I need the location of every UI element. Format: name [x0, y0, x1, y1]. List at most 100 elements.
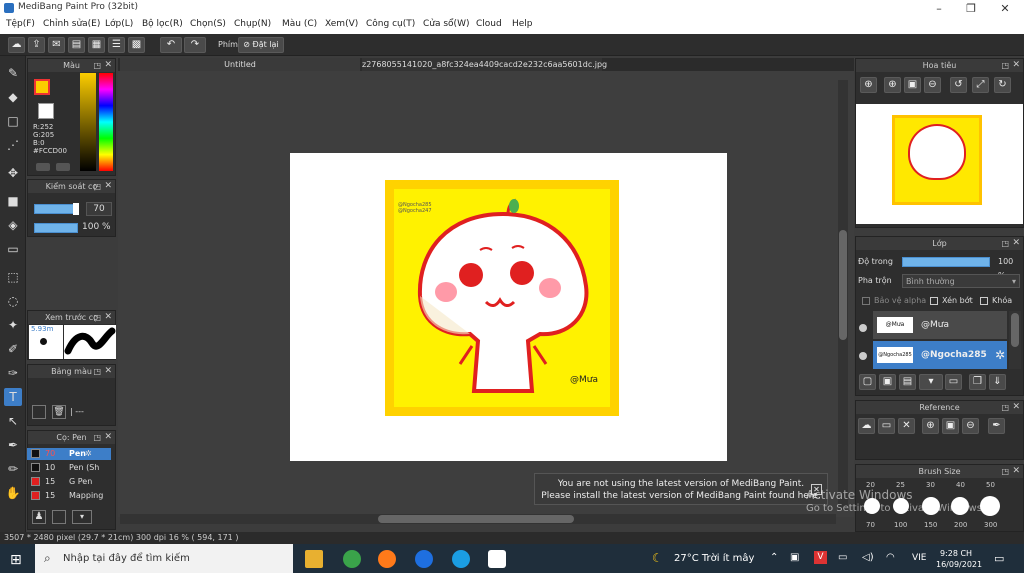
menu-help[interactable]: Help [512, 19, 533, 29]
close-icon[interactable]: ✕ [104, 180, 112, 193]
zalo-icon[interactable] [415, 550, 433, 568]
battery-icon[interactable]: ▭ [838, 552, 847, 563]
brush-tool-icon[interactable]: ✎ [4, 64, 22, 82]
brush-item-mapping[interactable]: 15 Mapping [27, 490, 111, 502]
close-button[interactable]: ✕ [990, 0, 1020, 17]
brush-menu-icon[interactable]: ▾ [72, 510, 92, 524]
protect-alpha-checkbox[interactable] [862, 297, 870, 305]
brush-item-g-pen[interactable]: 15 G Pen [27, 476, 111, 488]
folder-open-icon[interactable]: ▭ [878, 418, 895, 434]
saturation-picker[interactable] [80, 73, 96, 171]
eyedropper-icon[interactable]: ✒ [4, 436, 22, 454]
zoom-out-icon[interactable]: ⊖ [962, 418, 979, 434]
folder-icon[interactable]: ▭ [945, 374, 962, 390]
document-icon[interactable]: ▦ [88, 37, 105, 53]
new-palette-icon[interactable] [32, 405, 46, 419]
volume-icon[interactable]: ◁) [862, 552, 874, 563]
brush-size-option[interactable]: 200 [954, 521, 967, 529]
horizontal-scrollbar[interactable] [120, 514, 836, 524]
close-icon[interactable]: ✕ [104, 365, 112, 378]
maximize-button[interactable]: ❐ [956, 0, 986, 17]
layer-item[interactable]: @Mưa @Mưa [873, 311, 1007, 339]
share-icon[interactable]: ⇪ [28, 37, 45, 53]
vertical-scrollbar[interactable] [838, 80, 848, 510]
scrollbar-thumb[interactable] [839, 230, 847, 340]
text-tool-icon[interactable]: T [4, 388, 22, 406]
close-icon[interactable]: ✕ [898, 418, 915, 434]
brush-size-option[interactable]: 100 [894, 521, 907, 529]
scrollbar-thumb[interactable] [378, 515, 574, 523]
minimize-button[interactable]: – [924, 0, 954, 17]
rotate-right-icon[interactable]: ↻ [994, 77, 1011, 93]
blend-mode-select[interactable]: Bình thường ▾ [902, 274, 1020, 288]
undo-button[interactable]: ↶ [160, 37, 182, 53]
lasso-tool-icon[interactable]: ◌ [4, 292, 22, 310]
duplicate-layer-icon[interactable]: ❐ [969, 374, 986, 390]
brush-size-option[interactable]: 150 [924, 521, 937, 529]
select-pen-icon[interactable]: ✐ [4, 340, 22, 358]
language-indicator[interactable]: VIE [912, 553, 927, 563]
close-icon[interactable]: ✕ [104, 431, 112, 444]
pen-tool-icon[interactable]: ✏ [4, 460, 22, 478]
close-icon[interactable]: ✕ [1012, 59, 1020, 72]
eye-icon[interactable] [859, 352, 867, 360]
menu-file[interactable]: Tệp(F) [6, 19, 35, 29]
new-layer-8bit-icon[interactable]: ▣ [879, 374, 896, 390]
brush-size-option[interactable]: 300 [984, 521, 997, 529]
close-icon[interactable]: ✕ [1012, 237, 1020, 250]
close-icon[interactable]: ✕ [104, 59, 112, 72]
tab-untitled[interactable]: Untitled [120, 58, 360, 72]
new-brush-icon[interactable] [52, 510, 66, 524]
layer-item-selected[interactable]: @Ngocha285 @Ngocha285 ✲ [873, 341, 1007, 369]
close-icon[interactable]: ✕ [1012, 401, 1020, 414]
layer-opacity-slider[interactable] [902, 257, 990, 267]
gear-icon[interactable]: ✲ [85, 448, 92, 460]
lock-checkbox[interactable] [980, 297, 988, 305]
move-tool-icon[interactable]: ✥ [4, 164, 22, 182]
zoom-out-icon[interactable]: ⊖ [924, 77, 941, 93]
reset-button[interactable]: ⊘ Đặt lại [238, 37, 284, 53]
bucket-tool-icon[interactable]: ◈ [4, 216, 22, 234]
edge-icon[interactable] [452, 550, 470, 568]
rectangle-tool-icon[interactable]: □ [4, 112, 22, 130]
fit-icon[interactable]: ▣ [942, 418, 959, 434]
brush-size-option[interactable]: 50 [986, 481, 995, 489]
select-eraser-icon[interactable]: ✑ [4, 364, 22, 382]
close-icon[interactable]: ✕ [1012, 465, 1020, 478]
operation-tool-icon[interactable]: ↖ [4, 412, 22, 430]
fullscreen-icon[interactable]: ⤢ [972, 77, 989, 93]
menu-edit[interactable]: Chỉnh sửa(E) [43, 19, 100, 29]
gradient-tool-icon[interactable]: ▭ [4, 240, 22, 258]
list-icon[interactable]: ☰ [108, 37, 125, 53]
hand-tool-icon[interactable]: ✋ [4, 484, 22, 502]
reset-color-button[interactable] [56, 163, 70, 171]
menu-snap[interactable]: Chụp(N) [234, 19, 271, 29]
wifi-icon[interactable]: ◠ [886, 552, 895, 563]
brush-opacity-slider[interactable] [34, 223, 78, 233]
new-layer-1bit-icon[interactable]: ▤ [899, 374, 916, 390]
clock[interactable]: 9:28 CH 16/09/2021 [936, 548, 982, 570]
comment-icon[interactable]: ✉ [48, 37, 65, 53]
menu-layer[interactable]: Lớp(L) [105, 19, 133, 29]
vivaldi-icon[interactable]: V [814, 551, 827, 564]
brush-item-pen-shake[interactable]: 10 Pen (Sh [27, 462, 111, 474]
trash-icon[interactable]: 🗑 [52, 405, 66, 419]
eye-icon[interactable] [859, 324, 867, 332]
brush-item-pen[interactable]: 70 Pen ✲ [27, 448, 111, 460]
zoom-in-icon[interactable]: ⊕ [860, 77, 877, 93]
dot-tool-icon[interactable]: ⋰ [4, 136, 22, 154]
clip-checkbox[interactable] [930, 297, 938, 305]
fill-rect-tool-icon[interactable]: ■ [4, 192, 22, 210]
firefox-icon[interactable] [378, 550, 396, 568]
gear-icon[interactable]: ✲ [995, 341, 1005, 369]
tab-image[interactable]: z2768055141020_a8fc324ea4409cacd2e232c6a… [362, 58, 607, 72]
redo-button[interactable]: ↷ [184, 37, 206, 53]
menu-color[interactable]: Màu (C) [282, 19, 317, 29]
brush-size-option[interactable]: 70 [866, 521, 875, 529]
merge-layer-icon[interactable]: ⇓ [989, 374, 1006, 390]
foreground-color-swatch[interactable] [34, 79, 50, 95]
add-brush-icon[interactable]: ♟ [32, 510, 46, 524]
scrollbar-thumb[interactable] [1011, 313, 1019, 347]
menu-tools[interactable]: Công cụ(T) [366, 19, 415, 29]
medibang-icon[interactable] [488, 550, 506, 568]
